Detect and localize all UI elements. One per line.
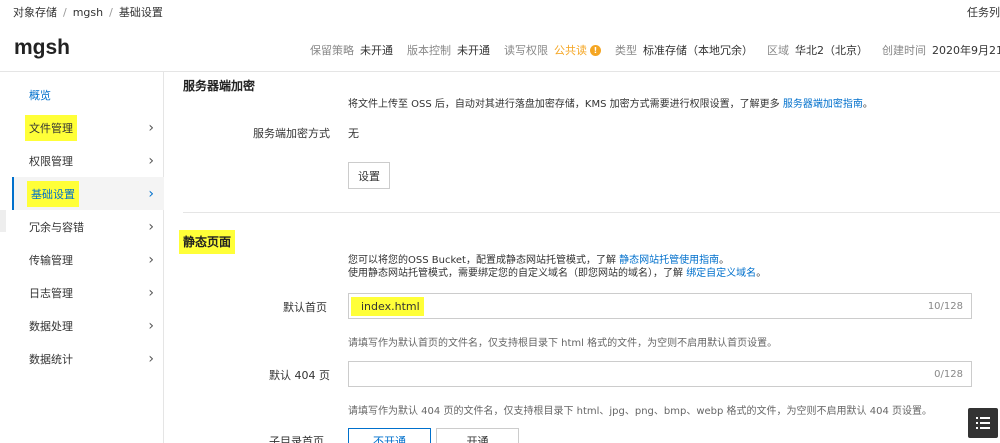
task-list-link[interactable]: 任务列: [967, 4, 1000, 20]
encryption-method-value: 无: [348, 127, 359, 140]
section-divider: [183, 212, 1000, 213]
sidebar-item-statistics[interactable]: 数据统计 ›: [12, 342, 164, 375]
static-page-description-2: 使用静态网站托管模式，需要绑定您的自定义域名（即您网站的域名），了解 绑定自定义…: [348, 268, 767, 279]
chevron-right-icon: ›: [148, 317, 154, 334]
sidebar-item-label: 概览: [29, 88, 51, 102]
meta-value-acl: 公共读: [554, 44, 587, 57]
meta-key-region: 区域: [767, 44, 789, 57]
sidebar-item-label: 传输管理: [29, 253, 73, 267]
meta-key-type: 类型: [615, 44, 637, 57]
subdir-index-label: 子目录首页: [269, 435, 324, 443]
chevron-right-icon: ›: [148, 284, 154, 301]
encryption-description: 将文件上传至 OSS 后，自动对其进行落盘加密存储，KMS 加密方式需要进行权限…: [348, 99, 873, 110]
subdir-off-button[interactable]: 不开通: [348, 428, 431, 443]
sidebar-item-label: 日志管理: [29, 286, 73, 300]
meta-value-versioning: 未开通: [457, 44, 490, 57]
meta-value-retention: 未开通: [360, 44, 393, 57]
meta-value-created: 2020年9月21日 13: [932, 44, 1000, 57]
chevron-right-icon: ›: [148, 251, 154, 268]
list-menu-button[interactable]: [968, 408, 998, 438]
error-page-input[interactable]: 0/128: [348, 361, 972, 387]
sidebar-item-redundancy[interactable]: 冗余与容错 ›: [12, 210, 164, 243]
breadcrumb-separator: /: [63, 5, 67, 19]
sidebar-collapse-handle[interactable]: [0, 210, 6, 232]
static-page-section-title: 静态页面: [179, 230, 236, 254]
meta-value-region: 华北2（北京）: [795, 44, 868, 57]
error-page-hint: 请填写作为默认 404 页的文件名，仅支持根目录下 html、jpg、png、b…: [348, 406, 932, 417]
error-page-char-count: 0/128: [934, 368, 963, 380]
encryption-method-label: 服务端加密方式: [253, 127, 330, 140]
index-page-input[interactable]: index.html 10/128: [348, 293, 972, 319]
encryption-section-title: 服务器端加密: [183, 79, 256, 93]
static-page-description-1: 您可以将您的OSS Bucket，配置成静态网站托管模式，了解 静态网站托管使用…: [348, 255, 730, 266]
breadcrumb-current: 基础设置: [118, 6, 163, 19]
list-icon: [976, 417, 990, 429]
breadcrumb: 对象存储 / mgsh / 基础设置: [13, 4, 163, 20]
index-page-hint: 请填写作为默认首页的文件名，仅支持根目录下 html 格式的文件，为空则不启用默…: [348, 338, 778, 349]
chevron-right-icon: ›: [148, 119, 154, 136]
sidebar-item-logs[interactable]: 日志管理 ›: [12, 276, 164, 309]
bind-domain-link[interactable]: 绑定自定义域名: [686, 268, 756, 279]
subdir-on-button[interactable]: 开通: [436, 428, 519, 443]
encryption-guide-link[interactable]: 服务器端加密指南: [783, 99, 863, 110]
index-page-char-count: 10/128: [927, 300, 963, 312]
sidebar-item-label: 权限管理: [29, 154, 73, 168]
sidebar-item-overview[interactable]: 概览: [12, 78, 164, 111]
meta-value-type: 标准存储（本地冗余）: [643, 44, 753, 57]
static-hosting-guide-link[interactable]: 静态网站托管使用指南: [619, 255, 719, 266]
breadcrumb-bucket[interactable]: mgsh: [73, 6, 103, 19]
sidebar: 概览 文件管理 › 权限管理 › 基础设置 › 冗余与容错 › 传输管理 › 日…: [0, 72, 164, 443]
breadcrumb-separator: /: [109, 5, 113, 19]
chevron-right-icon: ›: [148, 185, 154, 202]
sidebar-item-label: 基础设置: [27, 180, 79, 207]
meta-key-created: 创建时间: [882, 44, 926, 57]
sidebar-item-label: 冗余与容错: [29, 220, 84, 234]
sidebar-item-label: 数据统计: [29, 352, 73, 366]
sidebar-item-label: 文件管理: [25, 114, 77, 141]
meta-key-acl: 读写权限: [504, 44, 548, 57]
meta-key-retention: 保留策略: [310, 44, 354, 57]
warning-icon[interactable]: !: [590, 44, 601, 56]
sidebar-item-data-processing[interactable]: 数据处理 ›: [12, 309, 164, 342]
chevron-right-icon: ›: [148, 218, 154, 235]
sidebar-item-files[interactable]: 文件管理 ›: [12, 111, 164, 144]
chevron-right-icon: ›: [148, 350, 154, 367]
sidebar-item-basic-settings[interactable]: 基础设置 ›: [12, 177, 164, 210]
bucket-meta: 保留策略 未开通 版本控制 未开通 读写权限 公共读 ! 类型 标准存储（本地冗…: [310, 42, 1000, 58]
encryption-set-button[interactable]: 设置: [348, 162, 390, 189]
chevron-right-icon: ›: [148, 152, 154, 169]
breadcrumb-root[interactable]: 对象存储: [13, 4, 57, 20]
meta-key-versioning: 版本控制: [407, 44, 451, 57]
sidebar-item-transfer[interactable]: 传输管理 ›: [12, 243, 164, 276]
error-page-label: 默认 404 页: [269, 369, 330, 382]
index-page-label: 默认首页: [283, 301, 327, 314]
index-page-value: index.html: [351, 296, 424, 316]
page-title: mgsh: [14, 36, 71, 59]
sidebar-item-label: 数据处理: [29, 319, 73, 333]
sidebar-item-permissions[interactable]: 权限管理 ›: [12, 144, 164, 177]
